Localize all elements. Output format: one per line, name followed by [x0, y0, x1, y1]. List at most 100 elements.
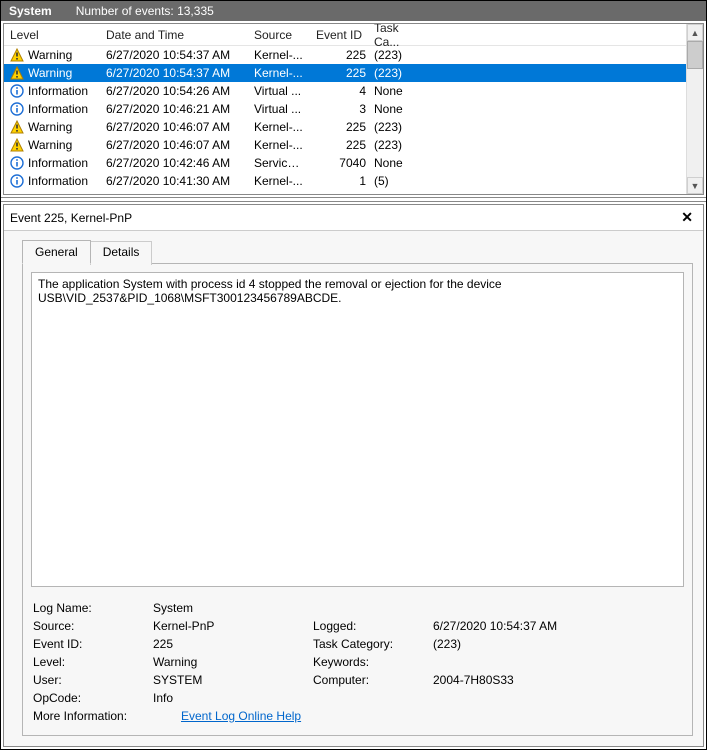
detail-title-bar: Event 225, Kernel-PnP ✕ — [4, 205, 703, 231]
cell-level: Information — [28, 156, 88, 170]
event-message[interactable]: The application System with process id 4… — [31, 272, 684, 587]
cell-source: Kernel-... — [250, 48, 310, 62]
label-opcode: OpCode: — [33, 691, 153, 705]
warning-icon — [10, 138, 24, 152]
column-event-id[interactable]: Event ID — [308, 24, 368, 45]
link-online-help[interactable]: Event Log Online Help — [181, 709, 301, 723]
column-date[interactable]: Date and Time — [100, 24, 248, 45]
cell-event-id: 7040 — [310, 156, 370, 170]
event-list-pane: Level Date and Time Source Event ID Task… — [3, 23, 704, 195]
value-source: Kernel-PnP — [153, 619, 313, 633]
label-event-id: Event ID: — [33, 637, 153, 651]
table-row[interactable]: Information 6/27/2020 10:54:26 AMVirtual … — [4, 82, 686, 100]
vertical-scrollbar[interactable]: ▲ ▼ — [686, 24, 703, 194]
cell-event-id: 3 — [310, 102, 370, 116]
label-task-category: Task Category: — [313, 637, 433, 651]
info-icon — [10, 84, 24, 98]
cell-task: (223) — [370, 48, 422, 62]
cell-source: Virtual ... — [250, 102, 310, 116]
cell-level: Warning — [28, 48, 72, 62]
label-logged: Logged: — [313, 619, 433, 633]
cell-level: Information — [28, 84, 88, 98]
label-keywords: Keywords: — [313, 655, 433, 669]
cell-event-id: 225 — [310, 120, 370, 134]
cell-date: 6/27/2020 10:46:21 AM — [102, 102, 250, 116]
cell-task: (223) — [370, 138, 422, 152]
cell-event-id: 225 — [310, 66, 370, 80]
detail-title: Event 225, Kernel-PnP — [10, 211, 677, 225]
cell-source: Virtual ... — [250, 84, 310, 98]
column-task[interactable]: Task Ca... — [368, 24, 420, 45]
cell-task: None — [370, 156, 422, 170]
table-row[interactable]: Warning 6/27/2020 10:46:07 AMKernel-...22… — [4, 136, 686, 154]
warning-icon — [10, 48, 24, 62]
info-icon — [10, 156, 24, 170]
warning-icon — [10, 66, 24, 80]
cell-event-id: 1 — [310, 174, 370, 188]
cell-source: Kernel-... — [250, 138, 310, 152]
table-row[interactable]: Information 6/27/2020 10:46:21 AMVirtual … — [4, 100, 686, 118]
value-task-category: (223) — [433, 637, 461, 651]
cell-date: 6/27/2020 10:46:07 AM — [102, 120, 250, 134]
value-logged: 6/27/2020 10:54:37 AM — [433, 619, 557, 633]
column-level[interactable]: Level — [4, 24, 100, 45]
warning-icon — [10, 120, 24, 134]
cell-date: 6/27/2020 10:54:37 AM — [102, 66, 250, 80]
label-level: Level: — [33, 655, 153, 669]
cell-level: Warning — [28, 66, 72, 80]
label-source: Source: — [33, 619, 153, 633]
scroll-down-arrow[interactable]: ▼ — [687, 177, 703, 194]
event-properties: Log Name: System Source: Kernel-PnP Logg… — [33, 601, 682, 727]
table-row[interactable]: Warning 6/27/2020 10:46:07 AMKernel-...22… — [4, 118, 686, 136]
cell-date: 6/27/2020 10:42:46 AM — [102, 156, 250, 170]
column-headers: Level Date and Time Source Event ID Task… — [4, 24, 686, 46]
cell-date: 6/27/2020 10:54:37 AM — [102, 48, 250, 62]
tab-general[interactable]: General — [22, 240, 91, 264]
value-opcode: Info — [153, 691, 313, 705]
info-icon — [10, 102, 24, 116]
cell-source: Service ... — [250, 156, 310, 170]
value-user: SYSTEM — [153, 673, 313, 687]
cell-task: (223) — [370, 120, 422, 134]
cell-event-id: 4 — [310, 84, 370, 98]
cell-task: (5) — [370, 174, 422, 188]
value-log-name: System — [153, 601, 313, 615]
header-bar: System Number of events: 13,335 — [1, 1, 706, 21]
scroll-up-arrow[interactable]: ▲ — [687, 24, 703, 41]
cell-event-id: 225 — [310, 48, 370, 62]
cell-level: Information — [28, 102, 88, 116]
close-icon[interactable]: ✕ — [677, 209, 697, 226]
cell-level: Warning — [28, 120, 72, 134]
column-source[interactable]: Source — [248, 24, 308, 45]
detail-pane: Event 225, Kernel-PnP ✕ General Details … — [3, 204, 704, 747]
tab-general-body: The application System with process id 4… — [22, 263, 693, 736]
splitter[interactable] — [1, 197, 706, 202]
table-row[interactable]: Warning6/27/2020 10:54:37 AMKernel-...22… — [4, 64, 686, 82]
table-row[interactable]: Information 6/27/2020 10:41:30 AMKernel-.… — [4, 172, 686, 190]
cell-level: Warning — [28, 138, 72, 152]
label-user: User: — [33, 673, 153, 687]
value-computer: 2004-7H80S33 — [433, 673, 514, 687]
info-icon — [10, 174, 24, 188]
cell-level: Information — [28, 174, 88, 188]
cell-task: None — [370, 102, 422, 116]
tabs: General Details — [22, 239, 693, 263]
cell-date: 6/27/2020 10:46:07 AM — [102, 138, 250, 152]
cell-source: Kernel-... — [250, 174, 310, 188]
table-row[interactable]: Information 6/27/2020 10:42:46 AMService … — [4, 154, 686, 172]
cell-source: Kernel-... — [250, 120, 310, 134]
cell-date: 6/27/2020 10:41:30 AM — [102, 174, 250, 188]
table-row[interactable]: Warning 6/27/2020 10:54:37 AMKernel-...22… — [4, 46, 686, 64]
tab-details[interactable]: Details — [90, 241, 153, 265]
cell-task: None — [370, 84, 422, 98]
cell-date: 6/27/2020 10:54:26 AM — [102, 84, 250, 98]
cell-event-id: 225 — [310, 138, 370, 152]
header-title: System — [9, 4, 52, 18]
label-log-name: Log Name: — [33, 601, 153, 615]
label-more-info: More Information: — [33, 709, 181, 723]
value-level: Warning — [153, 655, 313, 669]
label-computer: Computer: — [313, 673, 433, 687]
cell-task: (223) — [370, 66, 422, 80]
event-rows: Warning6/27/2020 10:54:37 AMKernel-...22… — [4, 46, 686, 190]
value-event-id: 225 — [153, 637, 313, 651]
